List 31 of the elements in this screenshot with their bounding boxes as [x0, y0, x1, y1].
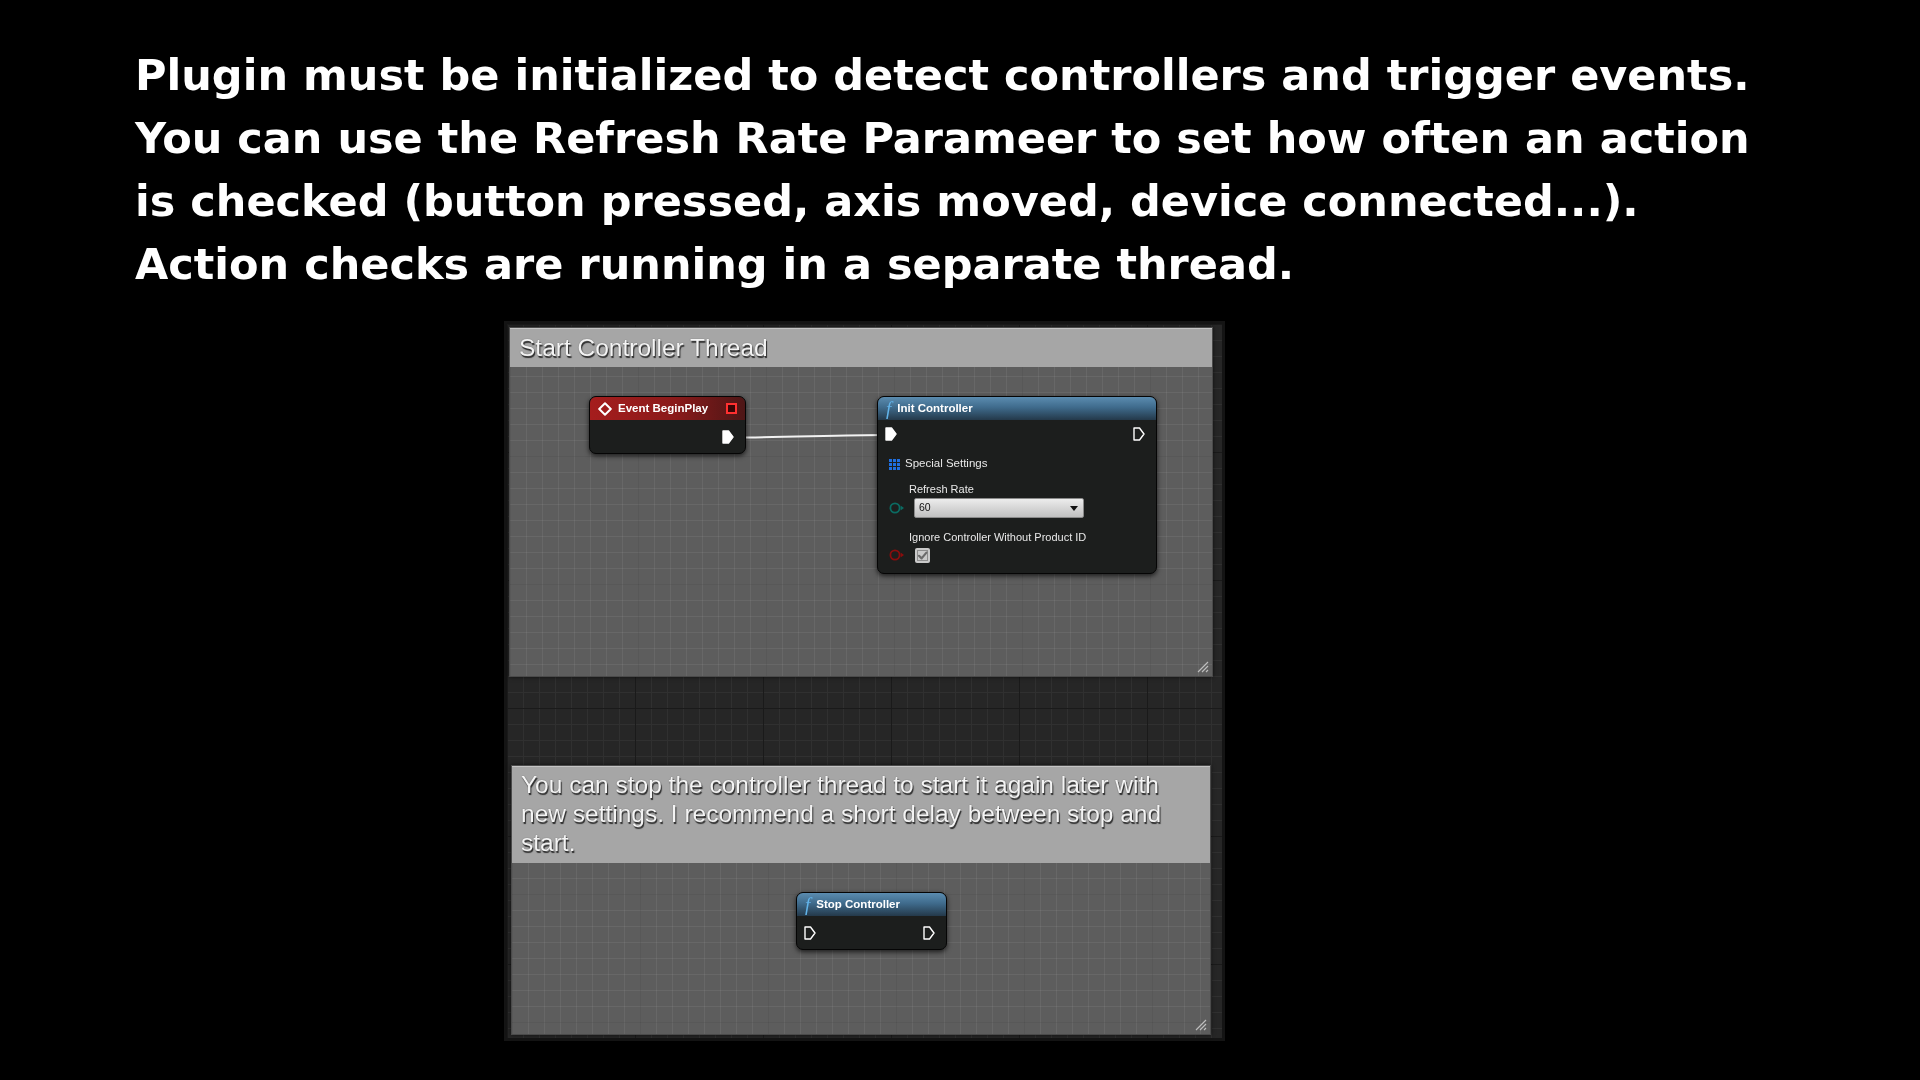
node-title: Event BeginPlay [618, 400, 710, 416]
intro-text: is checked (button pressed, axis moved, device connected...). [135, 175, 1639, 228]
comment-title: Start Controller Thread [510, 328, 1212, 367]
dropdown[interactable]: 60 [914, 498, 1084, 518]
function-icon: f [805, 895, 811, 914]
intro-text: Action checks are running in a separate thread. [135, 238, 1295, 291]
square-pin-icon[interactable] [726, 403, 737, 414]
intro-text: You can use the Refresh Rate Parameer to set how often an action [135, 112, 1750, 165]
grid-icon [889, 458, 900, 470]
exec-pin-icon[interactable] [804, 925, 816, 940]
param-label: Refresh Rate [909, 482, 974, 496]
param-label: Ignore Controller Without Product ID [909, 530, 1087, 544]
category-label: Special Settings [905, 456, 988, 472]
node-title: Stop Controller [816, 896, 901, 912]
resize-grip-icon[interactable] [1195, 1019, 1207, 1031]
function-icon: f [886, 399, 892, 418]
intro-text: Plugin must be initialized to detect controllers and trigger events. [135, 49, 1750, 102]
exec-pin-icon[interactable] [1133, 427, 1145, 441]
pin-icon[interactable] [889, 502, 905, 514]
diamond-icon [598, 401, 612, 416]
function-node[interactable]: f Init Controller Special Settings Refresh Rate 60 Ignore Controller Without Product ID [877, 396, 1157, 574]
event-node[interactable]: Event BeginPlay [589, 396, 746, 454]
exec-pin-icon[interactable] [722, 429, 734, 444]
caret-icon [1070, 505, 1078, 511]
function-node[interactable]: f Stop Controller [796, 892, 947, 950]
exec-pin-icon[interactable] [885, 427, 897, 441]
resize-grip-icon[interactable] [1197, 661, 1209, 673]
comment-box[interactable]: Start Controller Thread Event BeginPlay f Init Controller Special Settings Refresh Rate 60 Ignore Controller Without Product ID [509, 327, 1213, 677]
node-title: Init Controller [897, 400, 974, 416]
exec-pin-icon[interactable] [923, 925, 935, 940]
checkbox[interactable] [915, 548, 930, 563]
